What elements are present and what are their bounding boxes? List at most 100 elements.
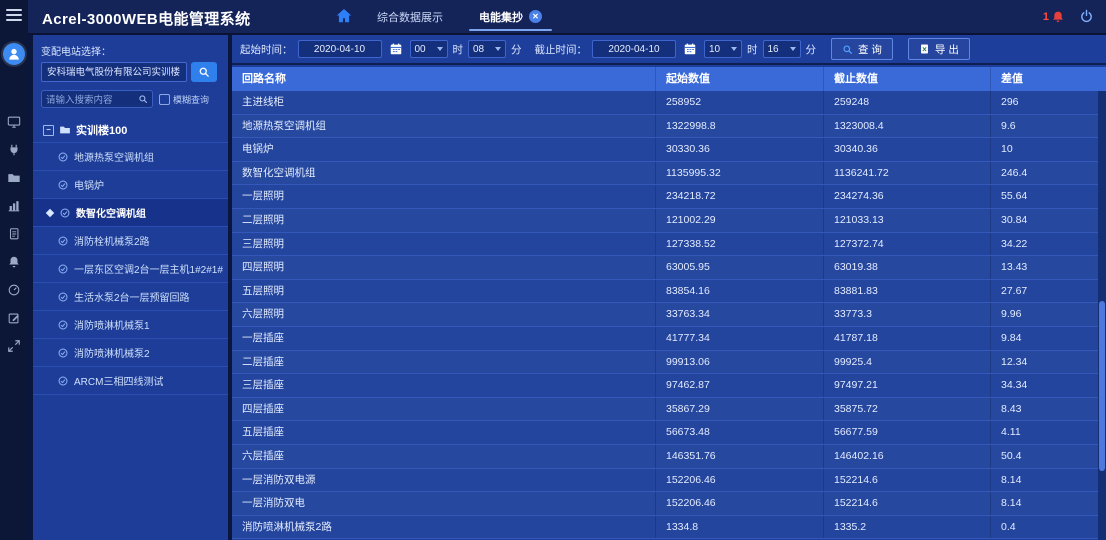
alarm-bell-icon <box>1051 10 1065 24</box>
tree-root-label: 实训楼100 <box>76 122 127 138</box>
tab-1[interactable]: 综合数据展示 <box>373 0 447 33</box>
table-row[interactable]: 电锅炉30330.3630340.3610 <box>232 138 1098 162</box>
table-row[interactable]: 五层插座56673.4856677.594.11 <box>232 421 1098 445</box>
tree-item-selected[interactable]: 数智化空调机组 <box>33 199 228 227</box>
circuit-node-icon <box>57 375 69 387</box>
tree-item[interactable]: 一层东区空调2台一层主机1#2#1# <box>33 255 228 283</box>
tree-item[interactable]: ARCM三相四线测试 <box>33 367 228 395</box>
hamburger-menu-icon[interactable] <box>6 9 22 21</box>
end-date-input[interactable]: 2020-04-10 <box>592 40 676 58</box>
edit-icon[interactable] <box>0 304 28 332</box>
table-row[interactable]: 三层插座97462.8797497.2134.34 <box>232 374 1098 398</box>
avatar[interactable] <box>3 43 25 65</box>
table-row[interactable]: 六层插座146351.76146402.1650.4 <box>232 445 1098 469</box>
query-button[interactable]: 查 询 <box>831 38 893 60</box>
table-row[interactable]: 四层插座35867.2935875.728.43 <box>232 398 1098 422</box>
search-icon <box>138 94 148 104</box>
tree-item[interactable]: 电锅炉 <box>33 171 228 199</box>
export-button[interactable]: 导 出 <box>908 38 970 60</box>
chevron-down-icon <box>437 47 443 51</box>
table-row[interactable]: 四层照明63005.9563019.3813.43 <box>232 256 1098 280</box>
table-row[interactable]: 消防喷淋机械泵2路1334.81335.20.4 <box>232 516 1098 540</box>
end-value-cell: 41787.18 <box>823 327 990 350</box>
tree-item[interactable]: 消防喷淋机械泵2 <box>33 339 228 367</box>
table-row[interactable]: 二层插座99913.0699925.412.34 <box>232 351 1098 375</box>
person-icon <box>6 46 22 62</box>
table-row[interactable]: 五层照明83854.1683881.8327.67 <box>232 280 1098 304</box>
end-date-calendar-icon[interactable] <box>681 40 699 58</box>
folder-icon[interactable] <box>0 164 28 192</box>
end-value-cell: 99925.4 <box>823 351 990 374</box>
start-value-cell: 97462.87 <box>655 374 823 397</box>
tree-item[interactable]: 地源热泵空调机组 <box>33 143 228 171</box>
scrollbar-thumb[interactable] <box>1099 301 1105 471</box>
collapse-icon[interactable]: − <box>43 125 54 136</box>
end-hour-select[interactable]: 10 <box>704 40 742 58</box>
table-row[interactable]: 地源热泵空调机组1322998.81323008.49.6 <box>232 115 1098 139</box>
difference-cell: 9.96 <box>990 303 1098 326</box>
tree-item[interactable]: 消防栓机械泵2路 <box>33 227 228 255</box>
fuzzy-search-checkbox[interactable]: 模糊查询 <box>159 93 209 106</box>
table-row[interactable]: 一层消防双电152206.46152214.68.14 <box>232 492 1098 516</box>
close-tab-icon[interactable]: ✕ <box>529 10 542 23</box>
station-search-button[interactable] <box>191 62 217 82</box>
tree-root-node[interactable]: − 实训楼100 <box>33 118 228 143</box>
station-input[interactable]: 安科瑞电气股份有限公司实训楼 <box>41 62 187 82</box>
difference-cell: 9.84 <box>990 327 1098 350</box>
table-row[interactable]: 三层照明127338.52127372.7434.22 <box>232 233 1098 257</box>
hour-unit-label: 时 <box>747 42 758 57</box>
monitor-icon[interactable] <box>0 108 28 136</box>
circuit-name-cell: 六层照明 <box>232 303 655 326</box>
app-title: Acrel-3000WEB电能管理系统 <box>42 8 250 29</box>
circuit-node-icon <box>57 179 69 191</box>
tree-item-label: 数智化空调机组 <box>76 205 146 220</box>
bar-chart-icon[interactable] <box>0 192 28 220</box>
end-value-cell: 63019.38 <box>823 256 990 279</box>
power-button[interactable] <box>1079 9 1094 24</box>
search-icon <box>842 44 853 55</box>
plug-icon[interactable] <box>0 136 28 164</box>
circuit-name-cell: 电锅炉 <box>232 138 655 161</box>
expand-icon[interactable] <box>0 332 28 360</box>
alarm-bell-icon[interactable] <box>0 248 28 276</box>
alarm-indicator[interactable]: 1 <box>1043 10 1065 24</box>
start-minute-select[interactable]: 08 <box>468 40 506 58</box>
difference-cell: 9.6 <box>990 115 1098 138</box>
circuit-name-cell: 二层插座 <box>232 351 655 374</box>
tree-search-placeholder: 请输入搜索内容 <box>46 92 138 106</box>
circuit-node-icon <box>57 291 69 303</box>
tab-2[interactable]: 电能集抄✕ <box>475 0 546 33</box>
table-header: 回路名称起始数值截止数值差值 <box>232 67 1106 91</box>
tree-item[interactable]: 生活水泵2台一层预留回路 <box>33 283 228 311</box>
table-row[interactable]: 数智化空调机组1135995.321136241.72246.4 <box>232 162 1098 186</box>
fuzzy-search-label: 模糊查询 <box>173 93 209 106</box>
gauge-icon[interactable] <box>0 276 28 304</box>
table-row[interactable]: 二层照明121002.29121033.1330.84 <box>232 209 1098 233</box>
document-icon[interactable] <box>0 220 28 248</box>
tree-item-label: ARCM三相四线测试 <box>74 373 163 388</box>
circuit-node-icon <box>57 235 69 247</box>
table-row[interactable]: 一层插座41777.3441787.189.84 <box>232 327 1098 351</box>
start-date-input[interactable]: 2020-04-10 <box>298 40 382 58</box>
tree-item[interactable]: 消防喷淋机械泵1 <box>33 311 228 339</box>
end-value-cell: 83881.83 <box>823 280 990 303</box>
end-value-cell: 259248 <box>823 91 990 114</box>
export-button-label: 导 出 <box>935 42 959 57</box>
difference-cell: 30.84 <box>990 209 1098 232</box>
difference-cell: 12.34 <box>990 351 1098 374</box>
start-date-calendar-icon[interactable] <box>387 40 405 58</box>
vertical-scrollbar[interactable] <box>1098 91 1106 540</box>
start-hour-select[interactable]: 00 <box>410 40 448 58</box>
table-row[interactable]: 一层消防双电源152206.46152214.68.14 <box>232 469 1098 493</box>
tree-search-input[interactable]: 请输入搜索内容 <box>41 90 153 108</box>
end-minute-select[interactable]: 16 <box>763 40 801 58</box>
circuit-name-cell: 四层照明 <box>232 256 655 279</box>
home-icon[interactable] <box>335 7 353 25</box>
table-row[interactable]: 六层照明33763.3433773.39.96 <box>232 303 1098 327</box>
table-row[interactable]: 一层照明234218.72234274.3655.64 <box>232 185 1098 209</box>
tab-label: 综合数据展示 <box>377 9 443 25</box>
table-row[interactable]: 主进线柜258952259248296 <box>232 91 1098 115</box>
tree-item-label: 电锅炉 <box>74 177 104 192</box>
tree-item-label: 一层东区空调2台一层主机1#2#1# <box>74 261 223 276</box>
search-icon <box>198 66 210 78</box>
